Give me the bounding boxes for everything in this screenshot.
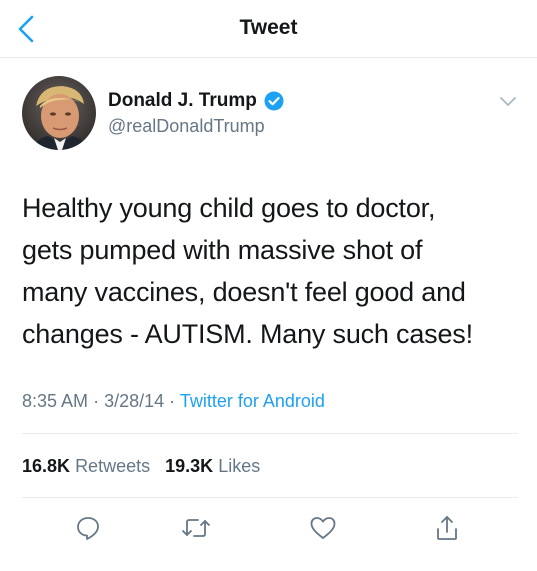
top-navigation-bar: Tweet xyxy=(0,0,537,58)
verified-badge-icon xyxy=(264,91,284,111)
author-name[interactable]: Donald J. Trump xyxy=(108,90,257,112)
retweets-label: Retweets xyxy=(75,456,151,476)
separator: · xyxy=(93,391,100,411)
avatar[interactable] xyxy=(22,76,96,150)
tweet-text-line: gets pumped with massive shot of xyxy=(22,235,423,265)
author-handle[interactable]: @realDonaldTrump xyxy=(108,116,284,137)
tweet-text-line: changes - AUTISM. Many such cases! xyxy=(22,319,473,349)
divider xyxy=(22,497,518,498)
chevron-down-icon[interactable] xyxy=(498,95,518,109)
page-title: Tweet xyxy=(239,16,298,39)
tweet-time: 8:35 AM xyxy=(22,391,89,411)
likes-count: 19.3K xyxy=(165,456,214,476)
retweet-icon[interactable] xyxy=(180,512,212,544)
tweet-author[interactable]: Donald J. Trump @realDonaldTrump xyxy=(108,90,284,137)
likes-stat[interactable]: 19.3K Likes xyxy=(165,456,260,476)
retweets-stat[interactable]: 16.8K Retweets xyxy=(22,456,155,476)
tweet-text: Healthy young child goes to doctor, gets… xyxy=(22,187,522,355)
share-icon[interactable] xyxy=(431,512,463,544)
retweets-count: 16.8K xyxy=(22,456,71,476)
reply-icon[interactable] xyxy=(72,512,104,544)
like-icon[interactable] xyxy=(307,512,339,544)
tweet-date: 3/28/14 xyxy=(104,391,165,411)
tweet-action-bar xyxy=(0,510,537,550)
tweet-stats: 16.8K Retweets 19.3K Likes xyxy=(22,456,260,477)
tweet-metadata: 8:35 AM · 3/28/14 · Twitter for Android xyxy=(22,391,325,412)
tweet-source-link[interactable]: Twitter for Android xyxy=(180,391,325,411)
divider xyxy=(22,433,518,434)
tweet-text-line: many vaccines, doesn't feel good and xyxy=(22,277,466,307)
tweet-text-line: Healthy young child goes to doctor, xyxy=(22,193,436,223)
likes-label: Likes xyxy=(218,456,261,476)
separator: · xyxy=(169,391,176,411)
